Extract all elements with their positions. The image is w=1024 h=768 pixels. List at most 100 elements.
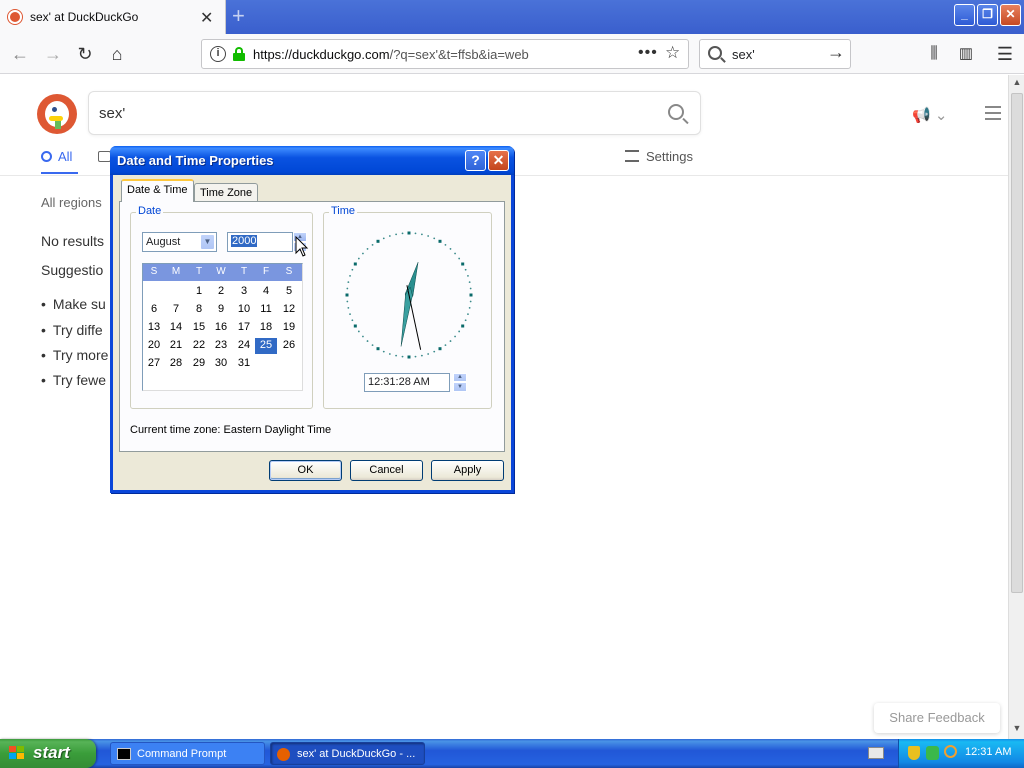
clock-tick <box>362 335 364 338</box>
calendar-day[interactable]: 13 <box>143 320 165 336</box>
reload-icon[interactable]: ↻ <box>73 42 97 66</box>
restore-window-button[interactable]: ❐ <box>977 4 998 26</box>
browser-search-bar[interactable]: sex' → <box>699 39 851 69</box>
calendar-day[interactable]: 19 <box>278 320 300 336</box>
ddg-search-box[interactable]: sex' <box>88 91 701 135</box>
url-bar[interactable]: i https://duckduckgo.com/?q=sex'&t=ffsb&… <box>201 39 689 69</box>
spin-up-icon[interactable]: ▲ <box>453 373 467 382</box>
tab-date-time[interactable]: Date & Time <box>121 179 194 202</box>
weekday-label: W <box>216 266 226 277</box>
suggestion-item: Try more <box>41 347 108 363</box>
calendar-day[interactable]: 21 <box>165 338 187 354</box>
calendar-day[interactable]: 5 <box>278 284 300 300</box>
search-go-icon[interactable]: → <box>827 42 845 63</box>
calendar-day[interactable]: 12 <box>278 302 300 318</box>
calendar-day[interactable]: 7 <box>165 302 187 318</box>
site-info-icon[interactable]: i <box>210 46 226 62</box>
calendar-day[interactable]: 14 <box>165 320 187 336</box>
spin-down-icon[interactable]: ▼ <box>453 382 467 392</box>
search-tray-icon[interactable] <box>944 745 957 758</box>
page-actions-icon[interactable]: ••• <box>638 44 658 62</box>
vertical-scrollbar[interactable]: ▲ ▼ <box>1008 75 1024 739</box>
no-results-heading: No results <box>41 233 105 249</box>
browser-tab-title: sex' at DuckDuckGo <box>30 10 139 24</box>
suggestions-heading: Suggestio <box>41 262 104 278</box>
calendar-day[interactable]: 15 <box>188 320 210 336</box>
calendar-day[interactable]: 18 <box>255 320 277 336</box>
chevron-down-icon[interactable]: ▼ <box>200 234 215 250</box>
share-feedback-button[interactable]: Share Feedback <box>874 703 1000 733</box>
tab-time-zone[interactable]: Time Zone <box>194 183 259 203</box>
help-button[interactable]: ? <box>465 150 486 171</box>
clock-tick <box>420 233 423 236</box>
keyboard-layout-icon[interactable] <box>868 747 884 759</box>
hamburger-menu-icon[interactable] <box>985 106 1001 120</box>
bookmark-star-icon[interactable]: ☆ <box>665 43 680 63</box>
duckduckgo-logo[interactable] <box>37 94 77 134</box>
time-field[interactable]: 12:31:28 AM <box>364 373 450 392</box>
scroll-up-icon[interactable]: ▲ <box>1011 77 1023 91</box>
browser-tab[interactable]: sex' at DuckDuckGo ✕ <box>0 0 226 34</box>
calendar-day[interactable]: 27 <box>143 356 165 372</box>
scroll-thumb[interactable] <box>1011 93 1023 593</box>
clock-tick <box>349 313 351 316</box>
settings-link[interactable]: Settings <box>625 149 693 164</box>
calendar-day[interactable]: 26 <box>278 338 300 354</box>
search-icon[interactable] <box>668 104 684 120</box>
taskbar-item-firefox[interactable]: sex' at DuckDuckGo - ... <box>270 742 425 765</box>
calendar-day[interactable]: 8 <box>188 302 210 318</box>
calendar-day[interactable]: 4 <box>255 284 277 300</box>
clock-tick <box>382 350 385 353</box>
new-tab-icon[interactable]: + <box>232 4 245 28</box>
dialog-title-bar[interactable]: Date and Time Properties ? ✕ <box>110 146 514 175</box>
ok-button[interactable]: OK <box>269 460 342 481</box>
back-icon[interactable]: ← <box>8 42 32 66</box>
calendar-day[interactable]: 16 <box>210 320 232 336</box>
calendar-day[interactable]: 31 <box>233 356 255 372</box>
calendar-day[interactable]: 28 <box>165 356 187 372</box>
calendar-day[interactable]: 1 <box>188 284 210 300</box>
forward-icon[interactable]: → <box>41 42 65 66</box>
apply-button[interactable]: Apply <box>431 460 504 481</box>
start-button[interactable]: start <box>0 739 96 768</box>
system-tray: 12:31 AM <box>898 739 1024 768</box>
sliders-icon <box>625 150 639 162</box>
network-icon[interactable] <box>926 746 939 760</box>
menu-icon[interactable]: ☰ <box>993 42 1017 66</box>
home-icon[interactable]: ⌂ <box>105 42 129 66</box>
calendar-day[interactable]: 10 <box>233 302 255 318</box>
minimize-window-button[interactable]: _ <box>954 4 975 26</box>
year-field[interactable]: 2000 <box>227 232 293 252</box>
calendar-day-selected[interactable]: 25 <box>255 338 277 354</box>
month-calendar[interactable]: SMTWTFS 1 2 3 4 5 6 7 8 9 10 11 12 13 14 15 16 17 18 19 20 2… <box>142 263 303 391</box>
calendar-day[interactable]: 3 <box>233 284 255 300</box>
dialog-close-button[interactable]: ✕ <box>488 150 509 171</box>
calendar-day[interactable]: 17 <box>233 320 255 336</box>
cancel-button[interactable]: Cancel <box>350 460 423 481</box>
close-window-button[interactable]: ✕ <box>1000 4 1021 26</box>
calendar-day[interactable]: 11 <box>255 302 277 318</box>
calendar-day[interactable]: 29 <box>188 356 210 372</box>
region-selector[interactable]: All regions <box>41 195 102 210</box>
shield-icon[interactable] <box>908 746 920 760</box>
calendar-day[interactable]: 6 <box>143 302 165 318</box>
time-spinner[interactable]: ▲ ▼ <box>453 373 467 392</box>
calendar-day[interactable]: 30 <box>210 356 232 372</box>
calendar-day[interactable]: 9 <box>210 302 232 318</box>
calendar-day[interactable]: 23 <box>210 338 232 354</box>
calendar-day[interactable]: 2 <box>210 284 232 300</box>
library-icon[interactable]: ⫼ <box>922 42 946 66</box>
sidebar-icon[interactable]: ▥ <box>954 42 978 66</box>
close-tab-icon[interactable]: ✕ <box>200 8 213 28</box>
taskbar-clock[interactable]: 12:31 AM <box>965 746 1011 758</box>
clock-tick <box>346 300 349 303</box>
taskbar-item-command-prompt[interactable]: Command Prompt <box>110 742 265 765</box>
megaphone-icon[interactable]: 📢 ⌄ <box>912 106 947 124</box>
tab-all[interactable]: All <box>41 149 72 164</box>
scroll-down-icon[interactable]: ▼ <box>1011 723 1023 737</box>
calendar-day[interactable]: 22 <box>188 338 210 354</box>
month-dropdown[interactable]: August ▼ <box>142 232 217 252</box>
calendar-day[interactable]: 24 <box>233 338 255 354</box>
calendar-day[interactable]: 20 <box>143 338 165 354</box>
date-time-properties-dialog: Date and Time Properties ? ✕ Date & Time… <box>110 146 514 493</box>
